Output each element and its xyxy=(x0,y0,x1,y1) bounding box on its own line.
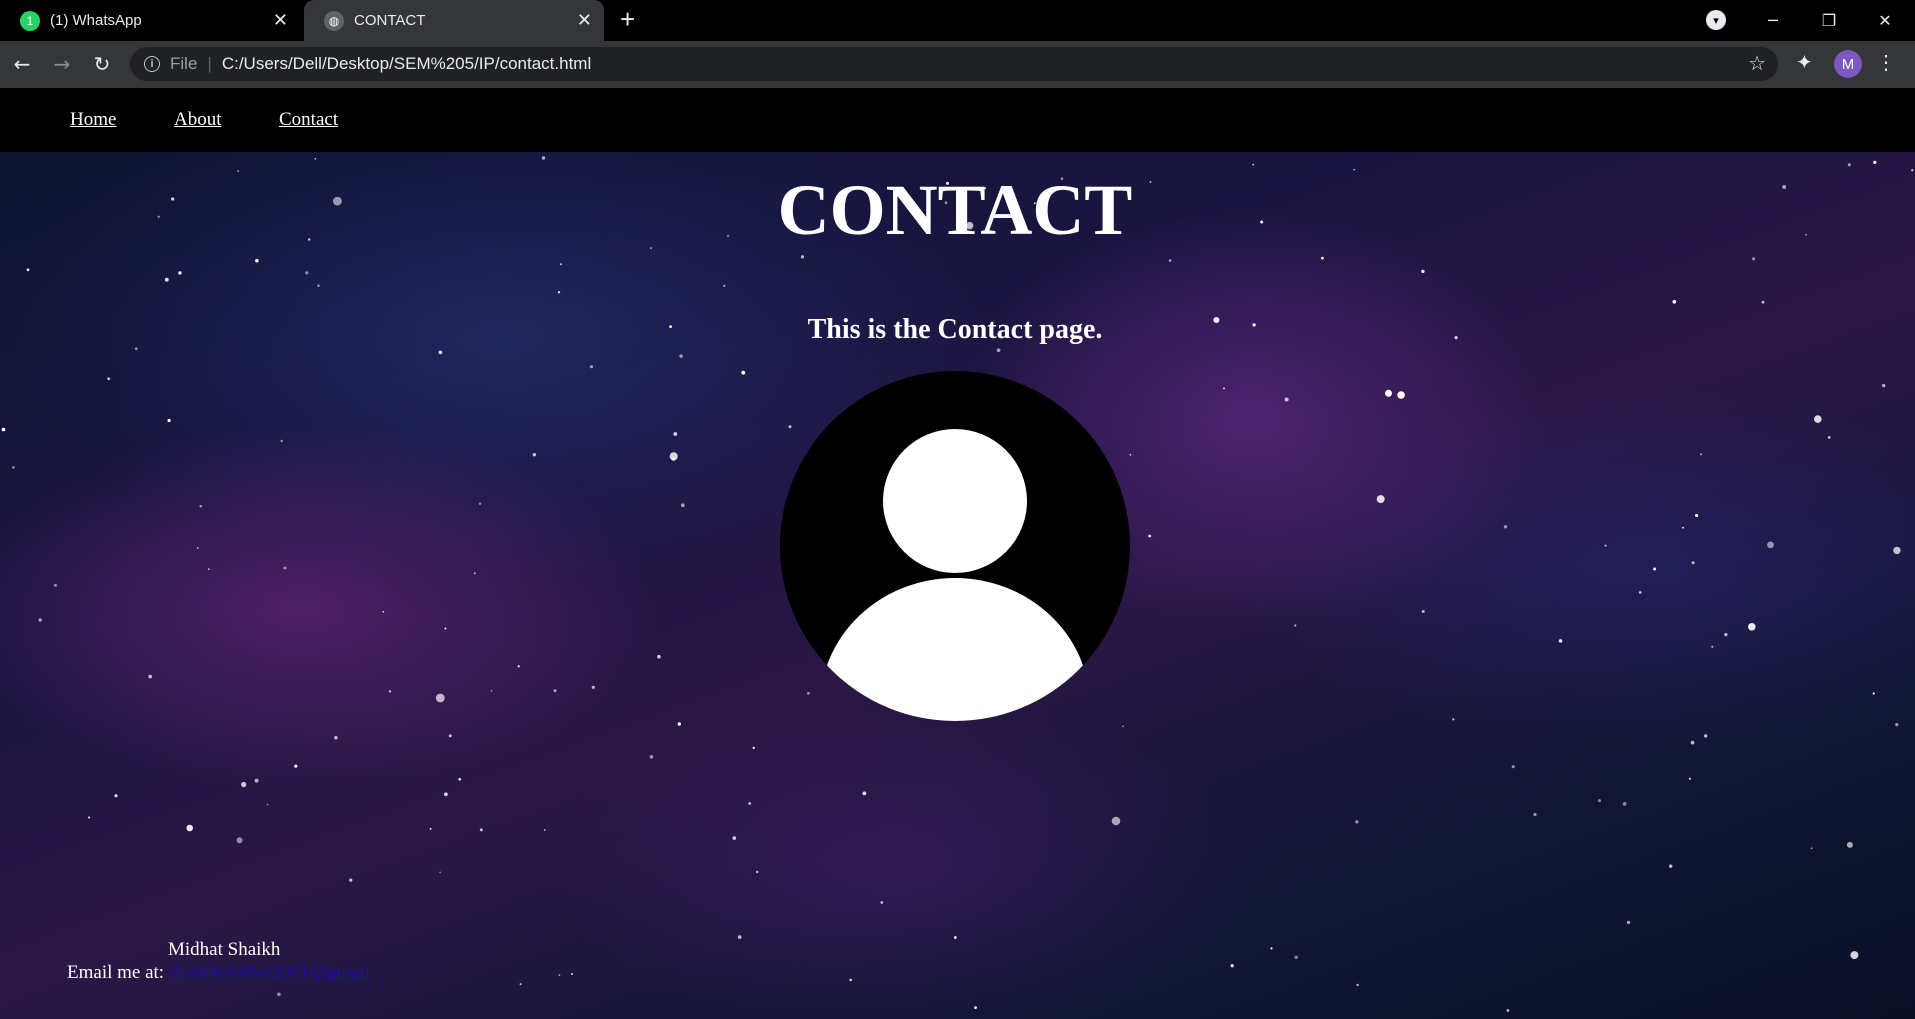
minimize-icon[interactable]: ─ xyxy=(1745,0,1801,41)
footer-name: Midhat Shaikh xyxy=(168,939,281,960)
back-icon[interactable]: ← xyxy=(8,50,36,78)
restore-icon[interactable]: ❐ xyxy=(1801,0,1857,41)
nav-contact-link[interactable]: Contact xyxy=(279,109,338,131)
tab-title: (1) WhatsApp xyxy=(50,12,142,29)
close-icon[interactable]: ✕ xyxy=(577,10,592,31)
page-viewport: Home About Contact CONTACT This is the C… xyxy=(0,88,1915,1019)
new-tab-button[interactable]: + xyxy=(620,4,635,35)
url-separator: | xyxy=(207,54,212,73)
tab-contact[interactable]: ◍ CONTACT ✕ xyxy=(304,0,604,41)
nav-home-link[interactable]: Home xyxy=(70,109,116,131)
tab-search-icon[interactable]: ▾ xyxy=(1706,10,1726,30)
user-silhouette-icon xyxy=(780,371,1130,721)
globe-icon: ◍ xyxy=(324,10,344,31)
nav-about-link[interactable]: About xyxy=(174,109,222,131)
page-subtitle: This is the Contact page. xyxy=(807,314,1103,345)
extensions-icon[interactable]: ✦ xyxy=(1796,50,1813,75)
email-label: Email me at: xyxy=(67,962,165,983)
browser-toolbar: ← → ↻ i File | C:/Users/Dell/Desktop/SEM… xyxy=(0,41,1915,88)
menu-icon[interactable]: ⋮ xyxy=(1876,50,1896,75)
close-icon[interactable]: ✕ xyxy=(273,10,288,31)
url-text[interactable]: C:/Users/Dell/Desktop/SEM%205/IP/contact… xyxy=(222,54,591,74)
forward-icon[interactable]: → xyxy=(48,50,76,78)
site-navbar: Home About Contact xyxy=(0,88,1915,152)
address-bar[interactable]: i File | C:/Users/Dell/Desktop/SEM%205/I… xyxy=(130,47,1778,81)
email-link[interactable]: shaikhmidhat2001@gmail xyxy=(169,962,370,983)
footer-email: Email me at: shaikhmidhat2001@gmail xyxy=(67,962,370,984)
info-icon[interactable]: i xyxy=(144,56,160,72)
tab-strip: 1 (1) WhatsApp ✕ ◍ CONTACT ✕ + ▾ ─ ❐ ✕ xyxy=(0,0,1915,41)
tab-title: CONTACT xyxy=(354,12,426,29)
tab-whatsapp[interactable]: 1 (1) WhatsApp ✕ xyxy=(0,0,300,41)
profile-avatar[interactable]: M xyxy=(1834,50,1862,78)
whatsapp-icon: 1 xyxy=(20,10,40,31)
url-scheme: File xyxy=(170,54,198,73)
bookmark-star-icon[interactable]: ☆ xyxy=(1748,51,1766,76)
page-title: CONTACT xyxy=(777,170,1133,250)
reload-icon[interactable]: ↻ xyxy=(88,50,116,78)
window-close-icon[interactable]: ✕ xyxy=(1857,0,1913,41)
